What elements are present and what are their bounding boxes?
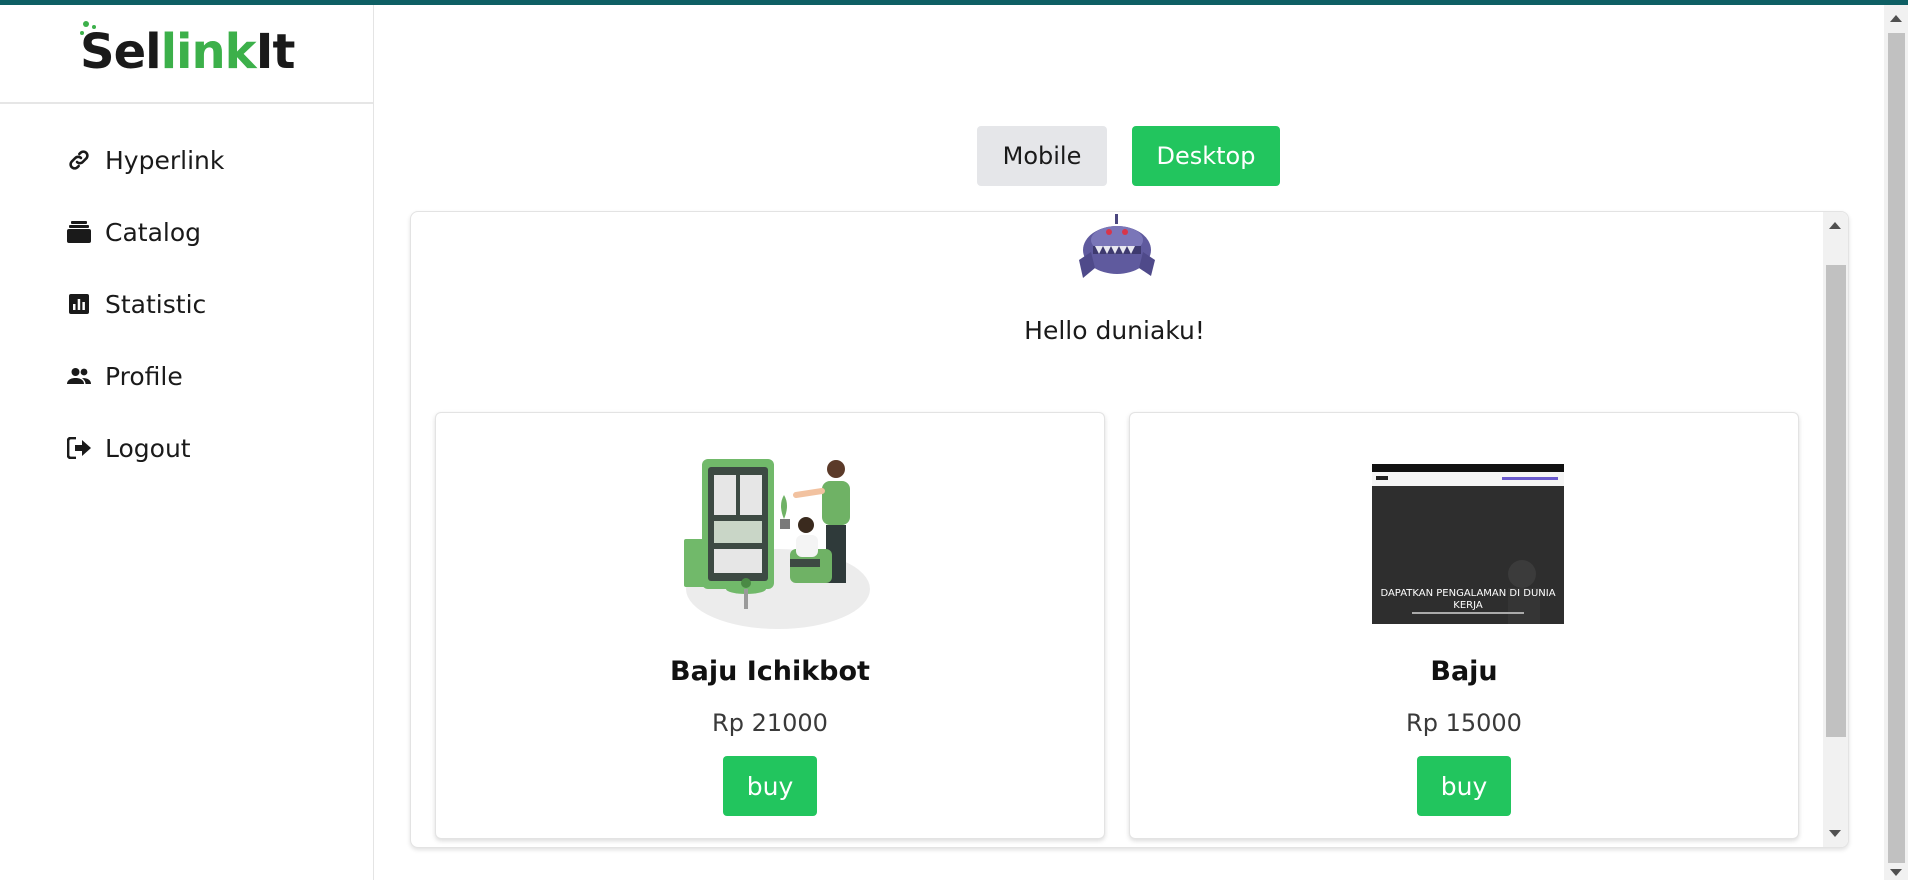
sidebar-item-label: Statistic [105, 289, 207, 319]
sidebar-item-label: Profile [105, 361, 183, 391]
catalog-icon [66, 219, 92, 245]
logout-icon [66, 435, 92, 461]
buy-button[interactable]: buy [723, 756, 817, 816]
product-name: Baju Ichikbot [670, 656, 870, 687]
desktop-view-button[interactable]: Desktop [1132, 126, 1280, 186]
preview-scroll-thumb[interactable] [1826, 265, 1846, 737]
sidebar-item-label: Catalog [105, 217, 202, 247]
page-scroll-thumb[interactable] [1888, 33, 1905, 863]
image-caption: DAPATKAN PENGALAMAN DI DUNIA KERJA [1380, 588, 1556, 611]
buy-button[interactable]: buy [1417, 756, 1511, 816]
sidebar-item-logout[interactable]: Logout [0, 412, 373, 484]
scroll-down-icon[interactable] [1890, 869, 1902, 876]
logo-dot-icon [92, 25, 96, 29]
product-card: DAPATKAN PENGALAMAN DI DUNIA KERJA Baju … [1129, 412, 1799, 839]
product-image: DAPATKAN PENGALAMAN DI DUNIA KERJA [1372, 464, 1564, 624]
product-price: Rp 15000 [1406, 709, 1522, 737]
mobile-view-button[interactable]: Mobile [977, 126, 1107, 186]
preview-scrollbar[interactable] [1823, 212, 1848, 847]
sidebar-item-hyperlink[interactable]: Hyperlink [0, 124, 373, 196]
greeting-text: Hello duniaku! [1024, 316, 1205, 345]
logo-dot-icon [83, 21, 89, 27]
product-price: Rp 21000 [712, 709, 828, 737]
page-scrollbar[interactable] [1884, 5, 1908, 880]
scroll-up-icon[interactable] [1829, 222, 1841, 229]
profile-avatar [1069, 212, 1165, 284]
logo-dot-icon [80, 31, 84, 35]
sidebar-item-label: Hyperlink [105, 145, 225, 175]
sidebar: SellinkIt Hyperlink Catalog Statistic Pr… [0, 5, 374, 880]
sidebar-item-label: Logout [105, 433, 191, 463]
scroll-down-icon[interactable] [1829, 830, 1841, 837]
product-card: Baju Ichikbot Rp 21000 buy [435, 412, 1105, 839]
logo-area: SellinkIt [0, 5, 373, 104]
chart-icon [66, 291, 92, 317]
page-preview[interactable]: Hello duniaku! Baju Ichikbot Rp 21000 bu… [410, 211, 1849, 848]
users-icon [66, 363, 92, 389]
product-image [678, 439, 870, 629]
sidebar-item-statistic[interactable]: Statistic [0, 268, 373, 340]
product-name: Baju [1430, 656, 1498, 687]
sidebar-item-catalog[interactable]: Catalog [0, 196, 373, 268]
sidebar-nav: Hyperlink Catalog Statistic Profile Logo… [0, 124, 373, 484]
scroll-up-icon[interactable] [1890, 15, 1902, 22]
link-icon [66, 147, 92, 173]
sidebar-item-profile[interactable]: Profile [0, 340, 373, 412]
brand-logo[interactable]: SellinkIt [80, 25, 295, 80]
